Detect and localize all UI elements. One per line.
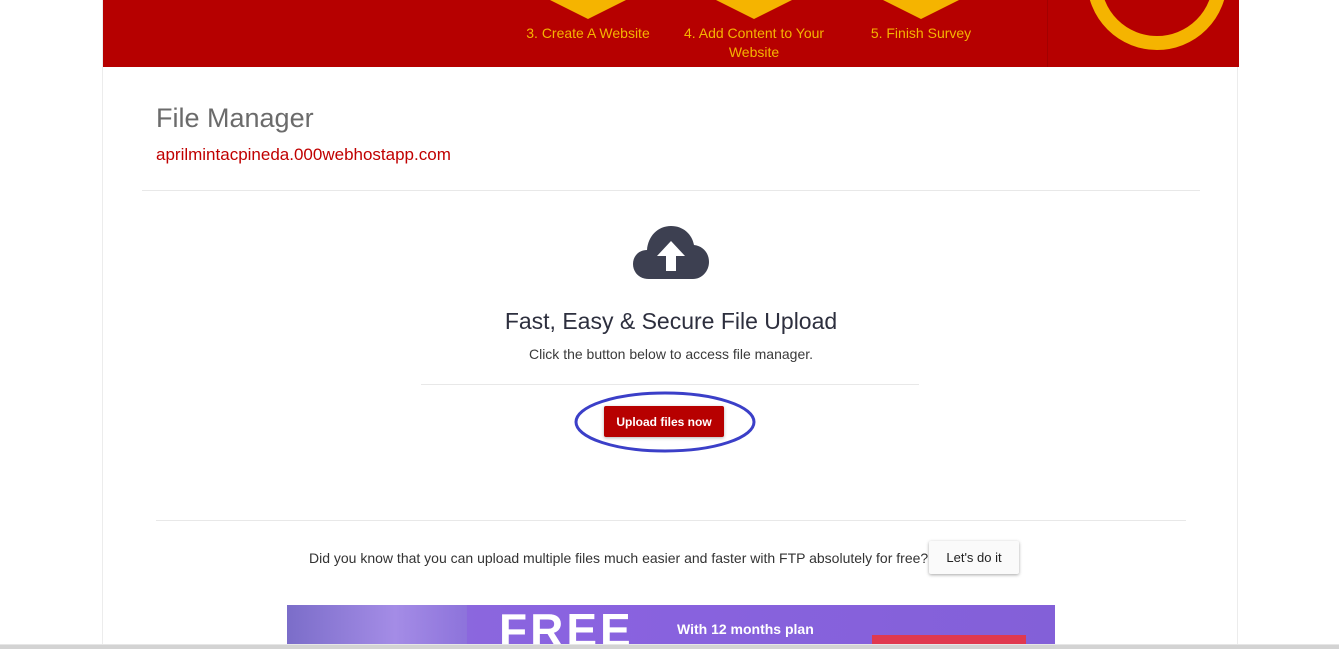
promo-plan-text: With 12 months plan xyxy=(677,621,814,637)
promo-photo xyxy=(287,605,467,649)
progress-ring xyxy=(1087,0,1227,50)
upload-title: Fast, Easy & Secure File Upload xyxy=(504,308,838,334)
step-arrow-icon xyxy=(883,0,959,19)
upload-divider xyxy=(421,384,919,385)
top-banner: 3. Create A Website 4. Add Content to Yo… xyxy=(103,0,1239,67)
step-add-content[interactable]: 4. Add Content to Your Website xyxy=(675,0,833,62)
step-finish-survey[interactable]: 5. Finish Survey xyxy=(841,0,1001,43)
lets-do-it-button[interactable]: Let's do it xyxy=(929,541,1019,574)
step-create-website[interactable]: 3. Create A Website xyxy=(508,0,668,43)
step-arrow-icon xyxy=(716,0,792,19)
page-title: File Manager xyxy=(156,103,314,133)
step-label: 4. Add Content to Your Website xyxy=(683,25,825,60)
section-divider xyxy=(156,520,1186,521)
upload-subtitle: Click the button below to access file ma… xyxy=(528,346,814,362)
step-arrow-icon xyxy=(550,0,626,19)
header-divider xyxy=(142,190,1200,191)
banner-divider xyxy=(1047,0,1048,67)
main-container: 3. Create A Website 4. Add Content to Yo… xyxy=(102,0,1239,649)
promo-headline: FREE xyxy=(499,605,634,649)
promo-banner[interactable]: FREE With 12 months plan xyxy=(287,605,1055,649)
step-label: 3. Create A Website xyxy=(526,25,650,41)
horizontal-scrollbar[interactable] xyxy=(0,645,1339,649)
ftp-info-text: Did you know that you can upload multipl… xyxy=(309,550,929,566)
step-label: 5. Finish Survey xyxy=(870,25,972,41)
domain-link[interactable]: aprilmintacpineda.000webhostapp.com xyxy=(156,145,451,165)
upload-files-button[interactable]: Upload files now xyxy=(604,406,724,437)
cloud-upload-icon xyxy=(633,224,709,285)
